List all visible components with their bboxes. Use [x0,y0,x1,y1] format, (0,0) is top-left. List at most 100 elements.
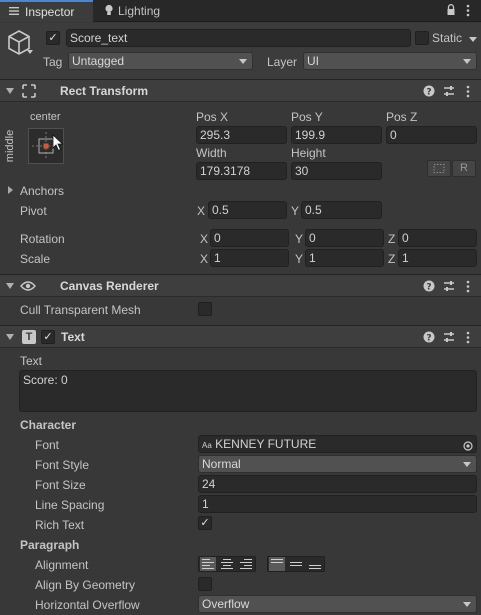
scale-x-field[interactable]: 1 [210,249,289,267]
horizontal-overflow-value: Overflow [202,597,250,611]
horizontal-overflow-dropdown[interactable]: Overflow [198,595,477,613]
fold-arrow-icon[interactable] [6,334,14,340]
help-icon[interactable]: ? [423,331,435,346]
chevron-down-icon [463,59,471,64]
scale-z-field[interactable]: 1 [398,249,477,267]
active-checkbox[interactable]: ✓ [46,31,60,45]
object-picker-icon[interactable] [463,439,473,452]
chevron-down-icon[interactable] [469,37,477,42]
preset-icon[interactable] [443,280,455,295]
tab-label: Lighting [118,4,161,18]
pos-y-label: Pos Y [291,110,323,124]
preset-icon[interactable] [443,85,455,100]
width-label: Width [196,146,227,160]
align-top-button[interactable] [269,557,285,571]
anchor-h-label: center [30,111,61,123]
lock-icon[interactable] [446,4,456,19]
tag-dropdown[interactable]: Untagged [68,52,253,70]
menu-icon [8,5,20,15]
rect-transform-icon [22,84,36,101]
paragraph-section-label: Paragraph [20,538,80,552]
font-value: KENNEY FUTURE [215,437,317,451]
align-by-geometry-label: Align By Geometry [35,578,136,592]
cull-transparent-checkbox[interactable] [198,302,212,316]
tab-bar: Inspector Lighting [0,0,481,22]
preset-icon[interactable] [443,331,455,346]
rect-transform-header[interactable]: Rect Transform ? [0,79,481,102]
scale-y-field[interactable]: 1 [305,249,384,267]
pos-y-field[interactable]: 199.9 [291,126,382,144]
tag-value: Untagged [72,54,125,68]
font-size-field[interactable]: 24 [198,475,477,493]
anchor-v-label: middle [4,129,17,163]
fold-arrow-icon[interactable] [6,283,14,289]
font-style-label: Font Style [35,458,90,472]
height-field[interactable]: 30 [291,162,382,180]
rotation-y-field[interactable]: 0 [305,229,384,247]
static-label: Static [432,31,463,45]
align-middle-button[interactable] [288,557,304,571]
chevron-down-icon [463,462,471,467]
line-spacing-label: Line Spacing [35,498,105,512]
font-style-value: Normal [202,457,241,471]
tab-lighting[interactable]: Lighting [94,0,184,22]
text-area[interactable]: Score: 0 [19,370,477,412]
layer-label: Layer [267,55,298,69]
anchors-label[interactable]: Anchors [20,184,64,198]
width-field[interactable]: 179.3178 [196,162,287,180]
align-bottom-button[interactable] [307,557,323,571]
cull-transparent-label: Cull Transparent Mesh [20,303,141,317]
align-right-button[interactable] [238,557,254,571]
component-title: Rect Transform [60,84,149,98]
line-spacing-field[interactable]: 1 [198,495,477,513]
object-name-field[interactable]: Score_text [66,29,411,47]
alignment-label: Alignment [35,558,89,572]
font-style-dropdown[interactable]: Normal [198,455,477,473]
rich-text-checkbox[interactable]: ✓ [198,516,212,530]
kebab-icon[interactable] [466,4,470,20]
align-left-button[interactable] [200,557,216,571]
svg-text:?: ? [426,282,431,292]
font-label: Font [35,438,60,452]
scale-x-axis: X [200,252,209,266]
scale-label: Scale [20,252,51,266]
horizontal-alignment-group [198,556,256,572]
text-enabled-checkbox[interactable]: ✓ [41,330,55,344]
pivot-label: Pivot [20,204,47,218]
blueprint-mode-button[interactable] [427,160,451,177]
pos-x-label: Pos X [196,110,229,124]
tag-label: Tag [43,55,63,69]
pivot-x-axis: X [197,204,206,218]
cube-icon[interactable] [6,29,32,60]
tab-inspector[interactable]: Inspector [0,0,93,22]
font-asset-icon: Aa [202,441,212,450]
tab-label: Inspector [25,5,75,19]
rotation-z-field[interactable]: 0 [398,229,477,247]
eye-icon [20,280,36,295]
layer-dropdown[interactable]: UI [303,52,477,70]
help-icon[interactable]: ? [423,280,435,295]
help-icon[interactable]: ? [423,85,435,100]
kebab-icon[interactable] [466,331,470,347]
kebab-icon[interactable] [466,280,470,296]
static-checkbox[interactable] [415,31,429,45]
pos-z-field[interactable]: 0 [386,126,477,144]
fold-arrow-icon[interactable] [8,186,13,194]
chevron-down-icon[interactable] [27,50,33,54]
align-center-button[interactable] [219,557,235,571]
text-component-header[interactable]: T ✓ Text ? [0,325,481,348]
horizontal-overflow-label: Horizontal Overflow [35,598,140,612]
fold-arrow-icon[interactable] [6,88,14,94]
component-title: Text [61,330,85,344]
rich-text-label: Rich Text [35,518,85,532]
align-by-geometry-checkbox[interactable] [198,577,212,591]
kebab-icon[interactable] [466,85,470,101]
pos-z-label: Pos Z [386,110,418,124]
pivot-y-field[interactable]: 0.5 [301,201,382,219]
rotation-x-field[interactable]: 0 [210,229,289,247]
pos-x-field[interactable]: 295.3 [196,126,287,144]
pivot-x-field[interactable]: 0.5 [208,201,287,219]
raw-edit-button[interactable]: R [452,160,476,177]
canvas-renderer-header[interactable]: Canvas Renderer ? [0,274,481,297]
font-field[interactable]: Aa KENNEY FUTURE [198,435,477,453]
